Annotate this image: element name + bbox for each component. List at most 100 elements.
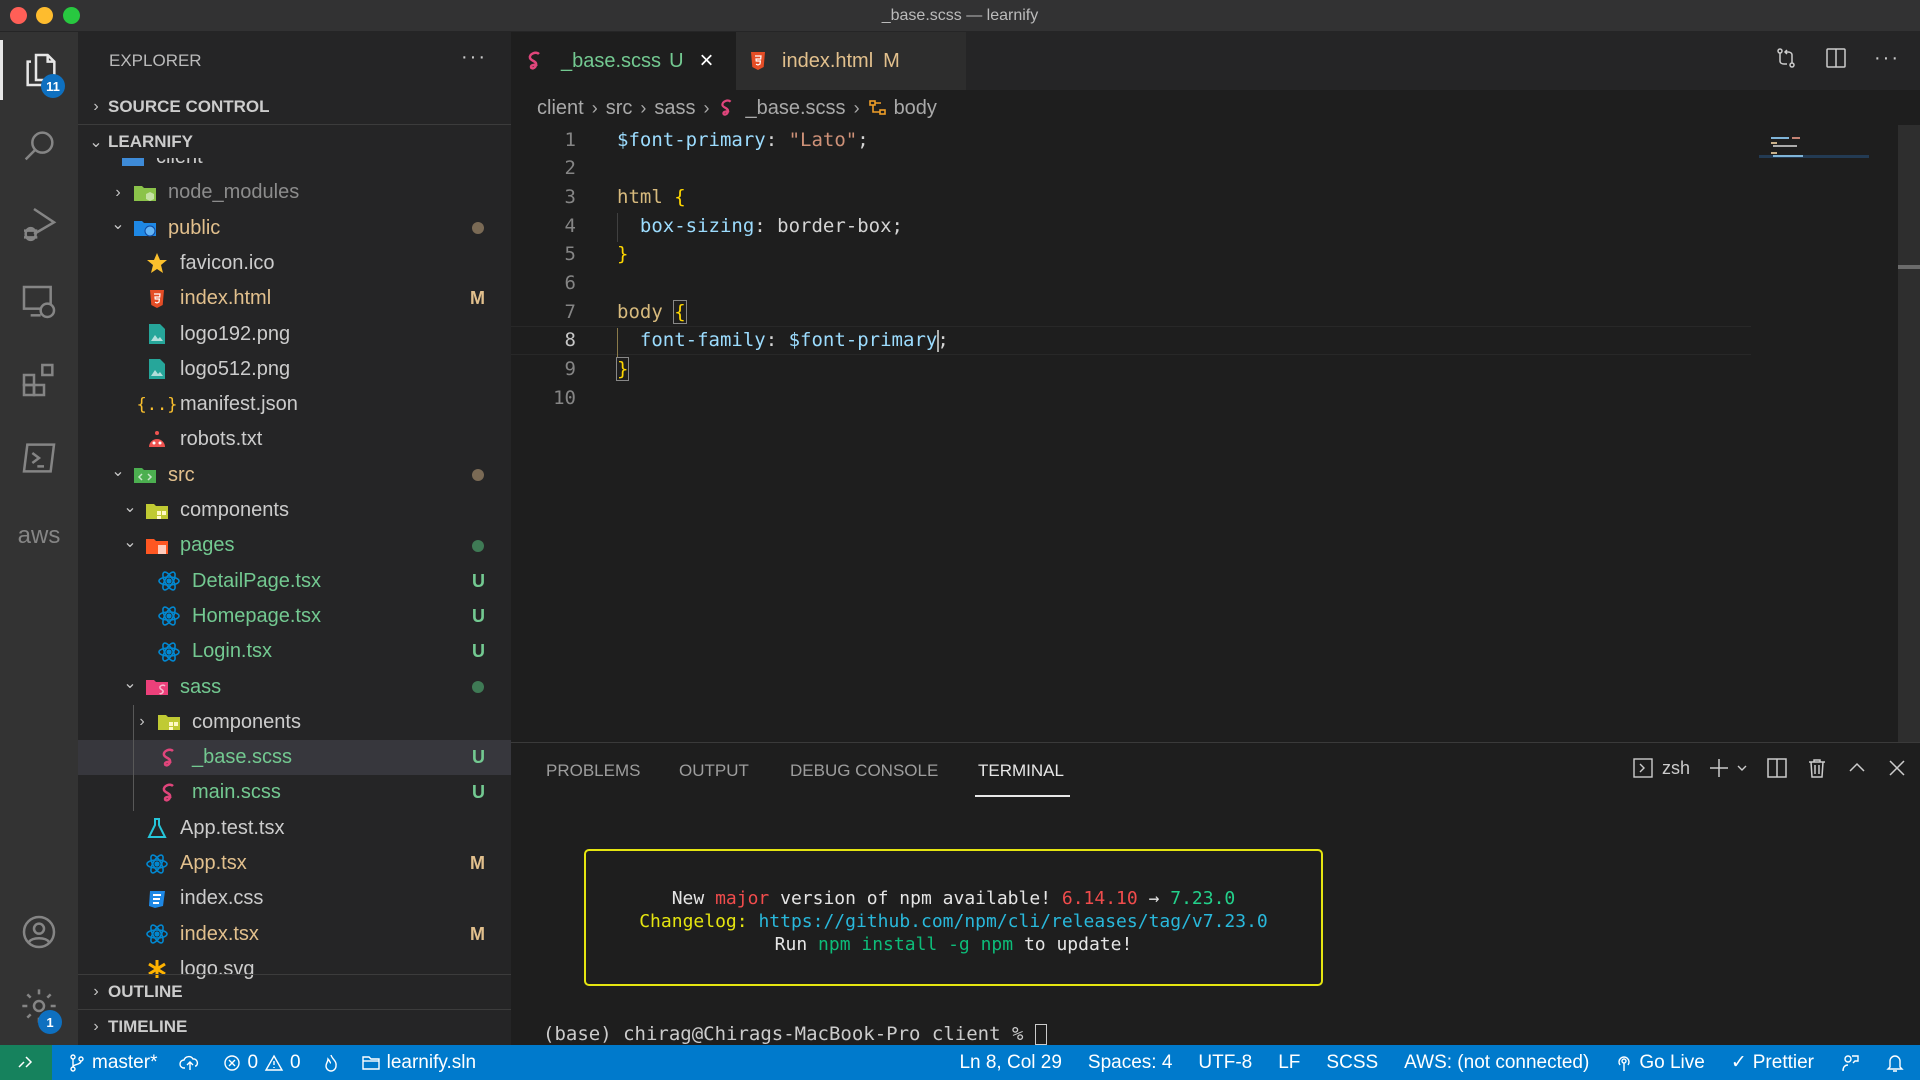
tree-file[interactable]: favicon.ico xyxy=(78,246,511,281)
breadcrumb-item[interactable]: sass xyxy=(654,97,695,120)
json-icon: {..} xyxy=(136,394,178,415)
tree-folder[interactable]: ⌄ public xyxy=(78,211,511,246)
folder-public-icon xyxy=(130,216,160,240)
aws-status[interactable]: AWS: (not connected) xyxy=(1404,1052,1589,1074)
maximize-panel-icon[interactable] xyxy=(1846,757,1868,779)
line-number: 5 xyxy=(564,243,576,266)
tree-file[interactable]: robots.txt xyxy=(78,422,511,457)
end-of-line[interactable]: LF xyxy=(1278,1052,1300,1074)
split-editor-icon[interactable] xyxy=(1824,46,1848,70)
activity-remote-explorer[interactable] xyxy=(0,272,78,332)
breadcrumb-item[interactable]: src xyxy=(606,97,633,120)
activity-explorer[interactable]: 11 xyxy=(0,40,78,100)
tree-folder[interactable]: › node_modules xyxy=(78,175,511,210)
tree-file[interactable]: index.tsx M xyxy=(78,917,511,952)
chevron-right-icon[interactable]: › xyxy=(106,184,130,202)
activity-search[interactable] xyxy=(0,116,78,176)
feedback-button[interactable] xyxy=(1840,1053,1860,1073)
tree-folder[interactable]: client xyxy=(78,158,511,175)
tree-file[interactable]: index.html M xyxy=(78,281,511,316)
more-actions-icon[interactable]: ··· xyxy=(1874,47,1900,70)
section-source-control[interactable]: › SOURCE CONTROL xyxy=(78,90,511,124)
notifications-button[interactable] xyxy=(1886,1053,1904,1073)
git-status-dot xyxy=(472,539,484,552)
tree-file[interactable]: main.scss U xyxy=(78,775,511,810)
tree-folder[interactable]: › components xyxy=(78,705,511,740)
activity-aws[interactable]: aws xyxy=(0,506,78,566)
tree-file[interactable]: index.css xyxy=(78,881,511,916)
tab-index-html[interactable]: index.html M xyxy=(736,32,966,90)
tree-file[interactable]: App.tsx M xyxy=(78,846,511,881)
explorer-sidebar: EXPLORER ··· › SOURCE CONTROL ⌄ LEARNIFY… xyxy=(78,32,511,1045)
chevron-right-icon: › xyxy=(591,97,598,118)
section-timeline[interactable]: › TIMELINE xyxy=(78,1009,511,1043)
editor-scrollbar[interactable] xyxy=(1898,125,1920,742)
chevron-right-icon: › xyxy=(853,97,860,118)
git-status-dot xyxy=(472,469,484,482)
changelog-link[interactable]: https://github.com/npm/cli/releases/tag/… xyxy=(758,911,1267,932)
tree-folder[interactable]: ⌄ pages xyxy=(78,528,511,563)
chevron-down-icon[interactable] xyxy=(1736,762,1748,774)
tree-item-label: App.test.tsx xyxy=(180,816,285,839)
tree-file[interactable]: logo512.png xyxy=(78,352,511,387)
tree-file[interactable]: logo192.png xyxy=(78,317,511,352)
tree-item-label: _base.scss xyxy=(192,746,293,769)
go-live-button[interactable]: Go Live xyxy=(1615,1052,1705,1074)
chevron-down-icon[interactable]: ⌄ xyxy=(118,532,142,552)
new-terminal-button[interactable] xyxy=(1708,757,1748,779)
trash-icon[interactable] xyxy=(1806,757,1828,779)
chevron-down-icon[interactable]: ⌄ xyxy=(118,497,142,517)
flame-icon xyxy=(324,1054,337,1072)
tree-file[interactable]: DetailPage.tsx U xyxy=(78,564,511,599)
more-actions-icon[interactable]: ··· xyxy=(461,46,487,69)
chevron-down-icon[interactable]: ⌄ xyxy=(106,461,130,481)
split-terminal-icon[interactable] xyxy=(1766,757,1788,779)
tree-item-label: index.html xyxy=(180,287,272,310)
activity-run-debug[interactable] xyxy=(0,194,78,254)
prettier-status[interactable]: ✓ Prettier xyxy=(1731,1051,1814,1074)
activity-accounts[interactable] xyxy=(0,902,78,962)
tab-problems[interactable]: PROBLEMS xyxy=(546,761,640,781)
sync-button[interactable] xyxy=(179,1054,201,1072)
tree-file[interactable]: Login.tsx U xyxy=(78,634,511,669)
open-changes-icon[interactable] xyxy=(1774,46,1798,70)
cursor-position[interactable]: Ln 8, Col 29 xyxy=(959,1052,1061,1074)
chevron-down-icon[interactable]: ⌄ xyxy=(118,673,142,693)
folder-components-icon xyxy=(154,710,184,734)
encoding[interactable]: UTF-8 xyxy=(1198,1052,1252,1074)
terminal-prompt[interactable]: (base) chirag@Chirags-MacBook-Pro client… xyxy=(543,1023,1047,1045)
breadcrumb-item[interactable]: client xyxy=(537,97,584,120)
branch-status[interactable]: master* xyxy=(68,1052,157,1074)
git-decoration: U xyxy=(472,605,485,626)
breadcrumb-item[interactable]: body xyxy=(894,97,937,120)
indentation[interactable]: Spaces: 4 xyxy=(1088,1052,1173,1074)
breadcrumb-item[interactable]: _base.scss xyxy=(746,97,846,120)
section-learnify[interactable]: ⌄ LEARNIFY xyxy=(78,124,511,158)
tab-output[interactable]: OUTPUT xyxy=(679,761,749,781)
section-outline[interactable]: › OUTLINE xyxy=(78,974,511,1008)
minimap[interactable] xyxy=(1759,125,1869,165)
tab-base-scss[interactable]: _base.scss U × xyxy=(511,32,736,90)
tree-folder[interactable]: ⌄ sass xyxy=(78,670,511,705)
activity-extensions[interactable] xyxy=(0,350,78,410)
tree-file[interactable]: {..} manifest.json xyxy=(78,387,511,422)
tree-folder[interactable]: ⌄ src xyxy=(78,458,511,493)
tree-file[interactable]: _base.scss U xyxy=(78,740,511,776)
chevron-down-icon[interactable]: ⌄ xyxy=(106,214,130,234)
activity-terminal[interactable] xyxy=(0,428,78,488)
problems-status[interactable]: 0 0 xyxy=(223,1052,301,1074)
language-mode[interactable]: SCSS xyxy=(1326,1052,1378,1074)
remote-indicator[interactable] xyxy=(0,1045,52,1080)
tree-file[interactable]: App.test.tsx xyxy=(78,811,511,846)
tree-folder[interactable]: ⌄ components xyxy=(78,493,511,528)
tree-file[interactable]: Homepage.tsx U xyxy=(78,599,511,634)
close-panel-icon[interactable] xyxy=(1886,757,1908,779)
solution-status[interactable]: learnify.sln xyxy=(361,1052,476,1074)
terminal-selector[interactable]: zsh xyxy=(1632,757,1690,779)
tab-terminal[interactable]: TERMINAL xyxy=(978,761,1064,781)
activity-manage[interactable]: 1 xyxy=(0,976,78,1036)
flame-button[interactable] xyxy=(323,1053,339,1073)
tab-debug-console[interactable]: DEBUG CONSOLE xyxy=(790,761,938,781)
file-tree: client › node_modules ⌄ public favicon.ico ind… xyxy=(78,158,511,1008)
close-tab-icon[interactable]: × xyxy=(700,47,714,75)
